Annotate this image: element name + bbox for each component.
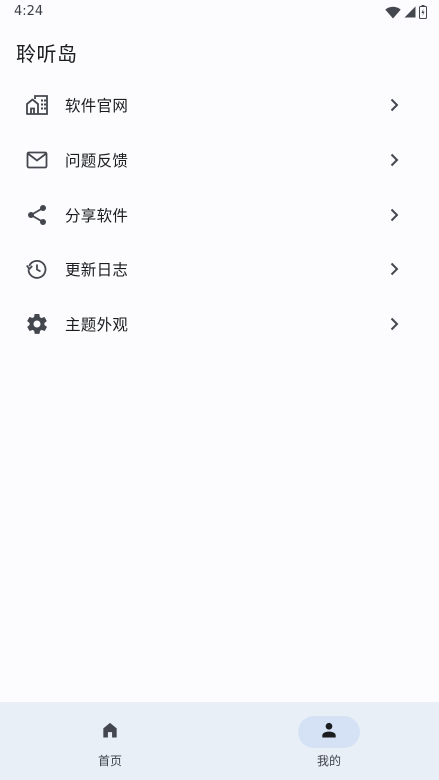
status-icons bbox=[385, 5, 427, 19]
nav-indicator bbox=[79, 716, 141, 748]
chevron-right-icon bbox=[385, 206, 403, 224]
home-work-icon bbox=[25, 93, 49, 117]
menu-item-feedback[interactable]: 问题反馈 bbox=[0, 133, 439, 188]
chevron-right-icon bbox=[385, 315, 403, 333]
mail-icon bbox=[25, 148, 49, 172]
settings-menu-list: 软件官网 问题反馈 分享软件 更新日志 主题外观 bbox=[0, 78, 439, 351]
nav-label: 首页 bbox=[97, 754, 122, 768]
nav-tab-home[interactable]: 首页 bbox=[0, 702, 220, 780]
person-icon bbox=[319, 720, 339, 744]
bottom-navigation: 首页 我的 bbox=[0, 702, 439, 780]
nav-label: 我的 bbox=[316, 754, 341, 768]
menu-item-label: 问题反馈 bbox=[65, 152, 129, 171]
nav-indicator-active bbox=[298, 716, 360, 748]
chevron-right-icon bbox=[385, 96, 403, 114]
status-bar: 4:24 bbox=[0, 0, 439, 24]
settings-icon bbox=[25, 312, 49, 336]
chevron-right-icon bbox=[385, 151, 403, 169]
menu-item-official-website[interactable]: 软件官网 bbox=[0, 78, 439, 133]
menu-item-label: 主题外观 bbox=[65, 316, 129, 335]
home-icon bbox=[100, 720, 120, 744]
wifi-icon bbox=[385, 6, 401, 19]
signal-icon bbox=[404, 6, 416, 18]
menu-item-label: 分享软件 bbox=[65, 206, 129, 225]
battery-icon bbox=[419, 5, 427, 19]
menu-item-theme[interactable]: 主题外观 bbox=[0, 297, 439, 352]
menu-item-share[interactable]: 分享软件 bbox=[0, 187, 439, 242]
nav-tab-mine[interactable]: 我的 bbox=[219, 702, 439, 780]
menu-item-changelog[interactable]: 更新日志 bbox=[0, 242, 439, 297]
chevron-right-icon bbox=[385, 260, 403, 278]
menu-item-label: 软件官网 bbox=[65, 97, 129, 116]
menu-item-label: 更新日志 bbox=[65, 261, 129, 280]
share-icon bbox=[25, 203, 49, 227]
history-icon bbox=[25, 257, 49, 281]
status-time: 4:24 bbox=[14, 4, 44, 19]
page-title: 聆听岛 bbox=[16, 42, 78, 66]
